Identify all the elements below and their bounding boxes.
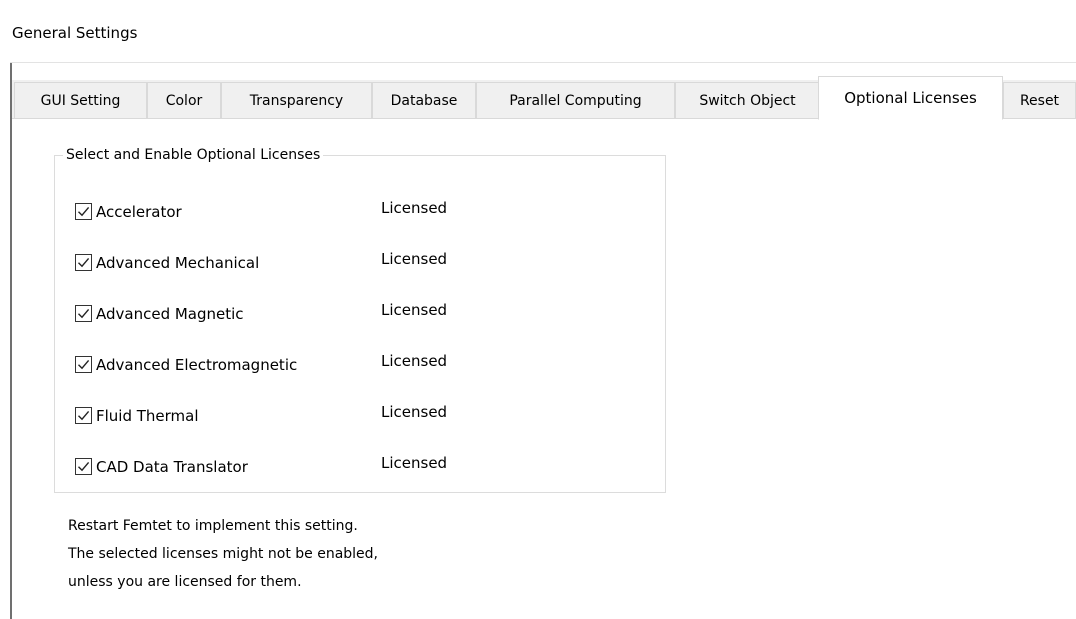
title-bar: General Settings	[0, 0, 1076, 62]
tab-transparency[interactable]: Transparency	[221, 82, 372, 118]
tab-gui-setting[interactable]: GUI Setting	[14, 82, 147, 118]
license-status: Licensed	[381, 250, 448, 268]
checkmark-icon	[78, 359, 90, 370]
license-status: Licensed	[381, 352, 448, 370]
license-status: Licensed	[381, 403, 448, 421]
checkmark-icon	[78, 461, 90, 472]
license-option-fluid-thermal[interactable]: Fluid Thermal Licensed	[75, 403, 655, 428]
license-option-advanced-electromagnetic[interactable]: Advanced Electromagnetic Licensed	[75, 352, 655, 377]
advanced-electromagnetic-checkbox[interactable]	[75, 356, 92, 373]
top-divider	[10, 62, 1076, 63]
licenses-groupbox: Select and Enable Optional Licenses Acce…	[54, 144, 666, 493]
fluid-thermal-checkbox[interactable]	[75, 407, 92, 424]
option-label: Advanced Mechanical	[96, 254, 260, 272]
option-label: Advanced Magnetic	[96, 305, 244, 323]
license-status: Licensed	[381, 301, 448, 319]
license-status: Licensed	[381, 199, 448, 217]
option-label: Advanced Electromagnetic	[96, 356, 298, 374]
tab-optional-licenses[interactable]: Optional Licenses	[818, 76, 1003, 120]
optional-licenses-panel: Select and Enable Optional Licenses Acce…	[12, 118, 1076, 619]
tab-parallel-computing[interactable]: Parallel Computing	[476, 82, 675, 118]
general-settings-window: General Settings GUI Setting Color Trans…	[0, 0, 1076, 619]
checkmark-icon	[78, 206, 90, 217]
restart-note: Restart Femtet to implement this setting…	[68, 518, 358, 534]
checkmark-icon	[78, 410, 90, 421]
groupbox-legend: Select and Enable Optional Licenses	[63, 144, 324, 166]
tab-reset[interactable]: Reset	[1003, 82, 1076, 118]
accelerator-checkbox[interactable]	[75, 203, 92, 220]
option-label: Fluid Thermal	[96, 407, 199, 425]
option-label: CAD Data Translator	[96, 458, 248, 476]
window-title: General Settings	[12, 24, 138, 42]
advanced-magnetic-checkbox[interactable]	[75, 305, 92, 322]
option-label: Accelerator	[96, 203, 182, 221]
license-option-cad-data-translator[interactable]: CAD Data Translator Licensed	[75, 454, 655, 479]
tab-database[interactable]: Database	[372, 82, 476, 118]
checkmark-icon	[78, 257, 90, 268]
license-warning-line-2: unless you are licensed for them.	[68, 574, 302, 590]
tab-switch-object[interactable]: Switch Object	[675, 82, 820, 118]
cad-data-translator-checkbox[interactable]	[75, 458, 92, 475]
license-warning-line-1: The selected licenses might not be enabl…	[68, 546, 378, 562]
license-option-advanced-magnetic[interactable]: Advanced Magnetic Licensed	[75, 301, 655, 326]
checkmark-icon	[78, 308, 90, 319]
advanced-mechanical-checkbox[interactable]	[75, 254, 92, 271]
license-status: Licensed	[381, 454, 448, 472]
license-option-accelerator[interactable]: Accelerator Licensed	[75, 199, 655, 224]
license-option-advanced-mechanical[interactable]: Advanced Mechanical Licensed	[75, 250, 655, 275]
tab-color[interactable]: Color	[147, 82, 221, 118]
